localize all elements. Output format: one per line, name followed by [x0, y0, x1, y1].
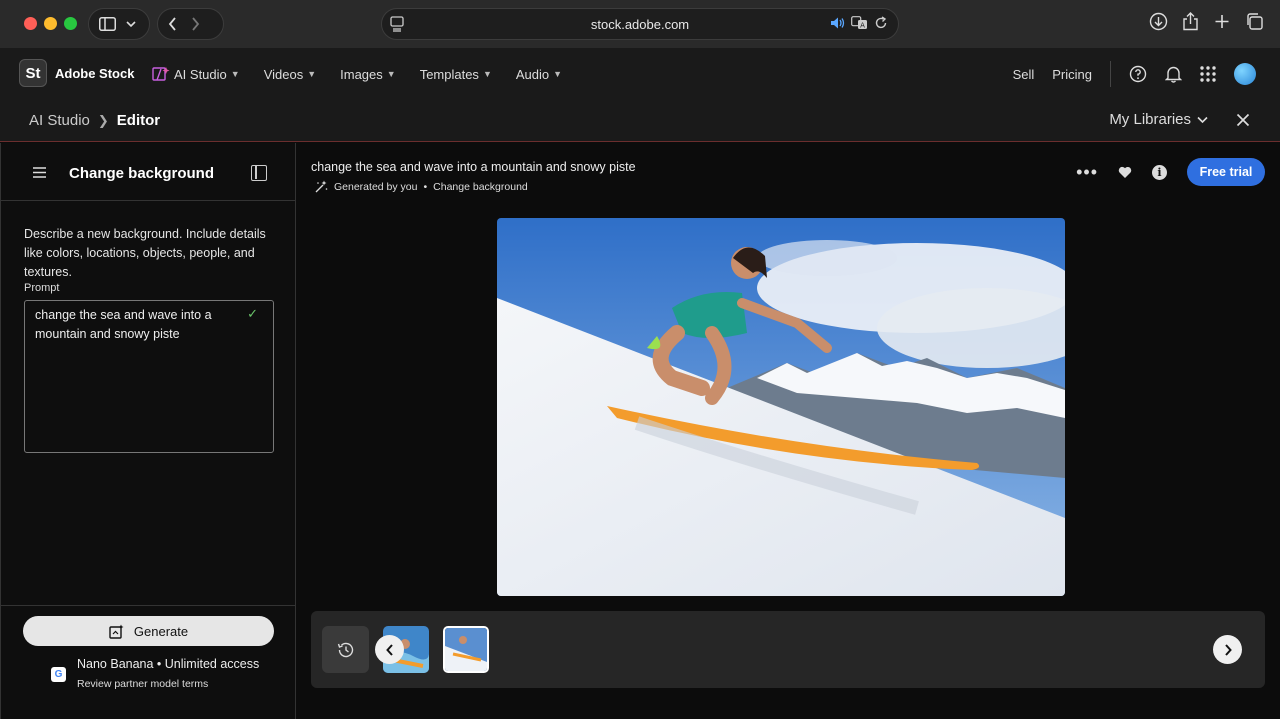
editor-bar: AI Studio ❯ Editor My Libraries: [0, 98, 1280, 142]
back-icon[interactable]: [168, 17, 177, 31]
window-maximize-button[interactable]: [64, 17, 77, 30]
menu-videos[interactable]: Videos ▼: [264, 66, 316, 82]
heart-icon[interactable]: [1118, 166, 1132, 179]
chevron-down-icon: [126, 20, 136, 27]
image-actions: ••• i Free trial: [1076, 158, 1265, 186]
menu-audio[interactable]: Audio ▼: [516, 66, 562, 82]
menu-templates-label: Templates: [419, 66, 479, 82]
reload-icon[interactable]: [874, 16, 888, 30]
share-icon[interactable]: [1182, 12, 1199, 31]
operation-name: Change background: [433, 180, 528, 193]
help-icon[interactable]: [1129, 65, 1147, 83]
downloads-icon[interactable]: [1149, 12, 1168, 31]
address-bar[interactable]: stock.adobe.com A: [381, 8, 899, 40]
prompt-input[interactable]: change the sea and wave into a mountain …: [24, 300, 274, 453]
thumbnail-next-button[interactable]: [1213, 635, 1242, 664]
panel-title: Change background: [69, 165, 215, 182]
my-libraries-dropdown[interactable]: My Libraries: [1109, 111, 1208, 128]
generation-meta: Generated by you • Change background: [315, 180, 528, 193]
chevron-down-icon: ▼: [553, 69, 563, 79]
generated-image: [497, 218, 1065, 596]
breadcrumb: AI Studio ❯ Editor: [29, 112, 160, 129]
change-background-panel: Change background Describe a new backgro…: [0, 143, 296, 719]
menu-audio-label: Audio: [515, 66, 550, 82]
window-close-button[interactable]: [24, 17, 37, 30]
menu-images-label: Images: [340, 66, 383, 82]
info-icon[interactable]: i: [1152, 164, 1167, 180]
chevron-down-icon: [1197, 116, 1208, 123]
translate-icon[interactable]: A: [851, 16, 868, 30]
breadcrumb-editor: Editor: [116, 112, 161, 129]
forward-icon[interactable]: [191, 17, 200, 31]
sell-link[interactable]: Sell: [1013, 67, 1035, 82]
ai-studio-icon: [152, 67, 170, 81]
generated-by: Generated by you: [334, 180, 418, 193]
speaker-icon[interactable]: [830, 16, 845, 30]
my-libraries-label: My Libraries: [1109, 111, 1191, 128]
google-icon: G: [51, 667, 66, 682]
panel-divider: [1, 605, 296, 606]
sidebar-toggle-button[interactable]: [88, 8, 150, 40]
hamburger-menu-icon[interactable]: [33, 167, 46, 178]
menu-ai-studio-label: AI Studio: [174, 66, 227, 82]
history-button[interactable]: [322, 626, 369, 673]
panel-collapse-icon[interactable]: [251, 165, 267, 181]
menu-videos-label: Videos: [263, 66, 304, 82]
chevron-down-icon: ▼: [230, 69, 240, 79]
prompt-label: Prompt: [24, 282, 60, 294]
url-text: stock.adobe.com: [590, 16, 690, 32]
generation-history-strip: [311, 611, 1265, 688]
page-menu-icon[interactable]: [390, 16, 404, 37]
apps-grid-icon[interactable]: [1200, 66, 1216, 82]
header-divider: [1110, 61, 1111, 87]
prompt-text: change the sea and wave into a mountain …: [35, 308, 212, 341]
more-options-icon[interactable]: •••: [1076, 162, 1098, 183]
menu-images[interactable]: Images ▼: [340, 66, 396, 82]
history-nav: [157, 8, 224, 40]
generation-title: change the sea and wave into a mountain …: [311, 160, 636, 174]
avatar[interactable]: [1234, 63, 1256, 85]
chevron-down-icon: ▼: [386, 69, 396, 79]
brand-name[interactable]: Adobe Stock: [55, 66, 134, 81]
checkmark-icon: ✓: [247, 306, 258, 321]
adobe-stock-logo[interactable]: St: [19, 59, 47, 87]
menu-ai-studio[interactable]: AI Studio ▼: [152, 66, 240, 82]
pricing-link[interactable]: Pricing: [1052, 67, 1092, 82]
tab-overview-icon[interactable]: [1245, 12, 1264, 31]
generate-label: Generate: [133, 623, 189, 639]
panel-description: Describe a new background. Include detai…: [24, 227, 266, 279]
bell-icon[interactable]: [1165, 65, 1182, 83]
app-header: St Adobe Stock AI Studio ▼ Videos ▼ Imag…: [0, 48, 1280, 98]
generate-button[interactable]: Generate: [23, 616, 274, 646]
generate-icon: [109, 624, 124, 639]
chevron-down-icon: ▼: [482, 69, 492, 79]
chevron-down-icon: ▼: [307, 69, 317, 79]
close-editor-icon[interactable]: [1236, 113, 1250, 127]
chevron-left-icon: [385, 643, 393, 656]
menu-templates[interactable]: Templates ▼: [420, 66, 492, 82]
main-menu: AI Studio ▼ Videos ▼ Images ▼ Templates …: [152, 66, 562, 82]
meta-separator: •: [423, 180, 428, 193]
free-trial-button[interactable]: Free trial: [1187, 158, 1265, 186]
thumbnail-current[interactable]: [443, 626, 489, 673]
chevron-right-icon: ❯: [97, 112, 109, 128]
svg-text:A: A: [860, 22, 865, 30]
breadcrumb-ai-studio[interactable]: AI Studio: [29, 112, 90, 129]
snow-surfer-illustration: [497, 218, 1065, 596]
history-icon: [337, 642, 353, 657]
window-minimize-button[interactable]: [44, 17, 57, 30]
browser-toolbar: stock.adobe.com A: [0, 0, 1280, 48]
thumbnail-prev-button[interactable]: [375, 635, 404, 664]
magic-wand-icon: [315, 180, 328, 193]
new-tab-icon[interactable]: [1213, 12, 1231, 31]
sidebar-icon: [99, 17, 116, 31]
partner-terms-link[interactable]: Review partner model terms: [77, 678, 208, 690]
model-info: Nano Banana • Unlimited access: [77, 657, 260, 671]
panel-header: Change background: [1, 143, 296, 201]
chevron-right-icon: [1224, 643, 1232, 656]
